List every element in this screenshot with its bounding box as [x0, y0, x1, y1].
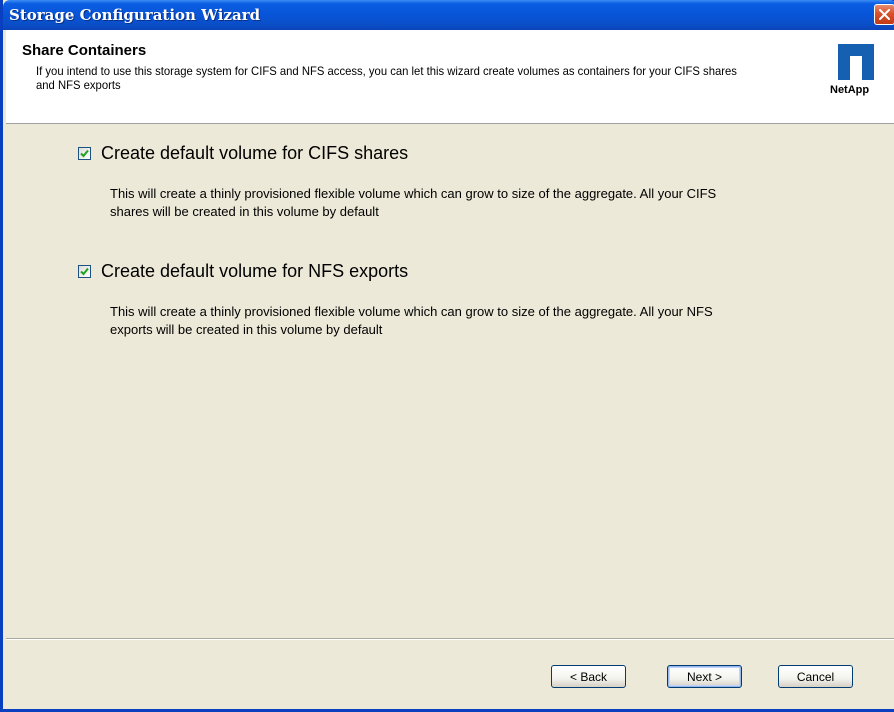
close-icon	[879, 9, 890, 20]
page-description: If you intend to use this storage system…	[36, 64, 737, 92]
close-button[interactable]	[874, 4, 894, 25]
wizard-window: Storage Configuration Wizard Share Conta…	[0, 0, 894, 712]
window-title: Storage Configuration Wizard	[9, 6, 261, 24]
cifs-option-description: This will create a thinly provisioned fl…	[110, 186, 717, 219]
next-button[interactable]: Next >	[667, 665, 742, 688]
nfs-checkbox[interactable]	[78, 265, 91, 278]
netapp-logo-icon	[838, 44, 874, 80]
title-bar[interactable]: Storage Configuration Wizard	[3, 0, 894, 30]
cancel-button[interactable]: Cancel	[778, 665, 853, 688]
cifs-option-label[interactable]: Create default volume for CIFS shares	[101, 143, 408, 164]
nfs-option-label[interactable]: Create default volume for NFS exports	[101, 261, 408, 282]
cifs-checkbox[interactable]	[78, 147, 91, 160]
wizard-content: Create default volume for CIFS shares Th…	[6, 124, 894, 638]
page-title: Share Containers	[22, 42, 147, 59]
nfs-option-description: This will create a thinly provisioned fl…	[110, 304, 713, 337]
wizard-header: Share Containers If you intend to use th…	[6, 30, 894, 124]
checkmark-icon	[80, 149, 89, 158]
wizard-footer: < Back Next > Cancel	[6, 640, 894, 709]
checkmark-icon	[80, 267, 89, 276]
logo-text: NetApp	[830, 84, 870, 96]
netapp-logo: NetApp	[830, 44, 886, 104]
back-button[interactable]: < Back	[551, 665, 626, 688]
